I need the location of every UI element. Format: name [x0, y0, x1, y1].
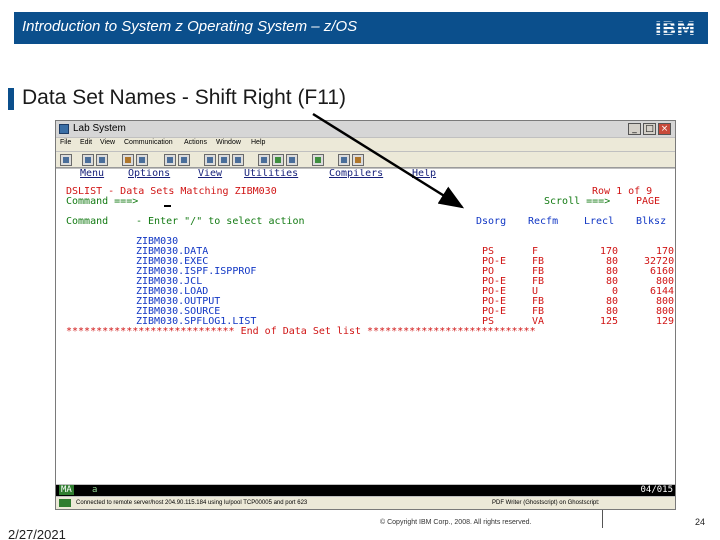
minimize-icon[interactable]: _ [628, 123, 641, 135]
footer-copyright: © Copyright IBM Corp., 2008. All rights … [380, 519, 532, 526]
window-titlebar[interactable]: Lab System _ □ × [56, 121, 675, 137]
toolbar-record-icon[interactable] [258, 154, 270, 166]
col-header-dsorg: Dsorg [476, 216, 507, 227]
cursor-position: 04/015 [640, 485, 673, 495]
header-command: Command [66, 216, 109, 227]
ibm-logo-icon: IBM [652, 18, 698, 39]
dataset-blksz: 129 [656, 316, 675, 327]
footer-date: 2/27/2021 [8, 527, 66, 540]
pf-menu-help[interactable]: Help [412, 169, 436, 179]
pf-menu-options[interactable]: Options [128, 169, 170, 179]
toolbar [56, 152, 675, 168]
toolbar-print-icon[interactable] [60, 154, 72, 166]
col-header-lrecl: Lrecl [584, 216, 615, 227]
svg-text:IBM: IBM [655, 18, 695, 39]
toolbar-map-icon[interactable] [218, 154, 230, 166]
scroll-value[interactable]: PAGE [636, 197, 660, 207]
terminal-window: Lab System _ □ × File Edit View Communic… [55, 120, 676, 510]
terminal-screen[interactable]: Menu Options View Utilities Compilers He… [56, 169, 675, 484]
slide-title: Data Set Names - Shift Right (F11) [22, 86, 347, 109]
toolbar-color-icon[interactable] [178, 154, 190, 166]
oia-mode: MA [59, 485, 74, 495]
toolbar-display-icon[interactable] [164, 154, 176, 166]
pf-menu-utilities[interactable]: Utilities [244, 169, 298, 179]
menu-view[interactable]: View [100, 139, 115, 146]
menu-edit[interactable]: Edit [80, 139, 92, 146]
menu-actions[interactable]: Actions [184, 139, 207, 146]
menu-communication[interactable]: Communication [124, 139, 173, 146]
toolbar-macro-icon[interactable] [232, 154, 244, 166]
toolbar-copy-icon[interactable] [82, 154, 94, 166]
toolbar-stop-icon[interactable] [286, 154, 298, 166]
connection-icon [59, 499, 71, 507]
toolbar-paste-icon[interactable] [96, 154, 108, 166]
dataset-lrecl: 125 [600, 316, 619, 327]
close-icon[interactable]: × [658, 123, 671, 135]
toolbar-send-icon[interactable] [122, 154, 134, 166]
header-action-hint: - Enter "/" to select action [136, 216, 305, 227]
toolbar-play-icon[interactable] [272, 154, 284, 166]
command-label: Command ===> [66, 196, 139, 207]
col-header-recfm: Recfm [528, 216, 559, 227]
printer-status: PDF Writer (Ghostscript) on Ghostscript: [492, 500, 600, 506]
command-input-cursor[interactable] [164, 205, 171, 207]
end-of-list: **************************** End of Data… [66, 326, 536, 337]
toolbar-receive-icon[interactable] [136, 154, 148, 166]
scroll-label: Scroll ===> [544, 196, 611, 207]
header-title: Introduction to System z Operating Syste… [22, 18, 358, 35]
toolbar-keypad-icon[interactable] [204, 154, 216, 166]
toolbar-settings-icon[interactable] [338, 154, 350, 166]
window-title: Lab System [73, 123, 126, 134]
menu-help[interactable]: Help [251, 139, 265, 146]
footer-divider [602, 510, 603, 528]
slide-title-accent [8, 88, 14, 110]
pf-menu-menu[interactable]: Menu [80, 169, 104, 179]
pf-menu-compilers[interactable]: Compilers [329, 169, 383, 179]
menu-bar: File Edit View Communication Actions Win… [56, 138, 675, 151]
toolbar-help-icon[interactable] [352, 154, 364, 166]
page-number: 24 [695, 517, 706, 527]
col-header-blksz: Blksz [636, 216, 667, 227]
app-icon [59, 124, 69, 134]
oia-session: a [92, 485, 98, 495]
pf-menu-view[interactable]: View [198, 169, 222, 179]
connection-status: Connected to remote server/host 204.90.1… [76, 500, 308, 506]
toolbar-session-icon[interactable] [312, 154, 324, 166]
menu-file[interactable]: File [60, 139, 71, 146]
status-bar: Connected to remote server/host 204.90.1… [56, 497, 675, 509]
menu-window[interactable]: Window [216, 139, 241, 146]
maximize-icon[interactable]: □ [643, 123, 656, 135]
operator-info-area: MA a 04/015 [56, 485, 675, 496]
header-bar: Introduction to System z Operating Syste… [14, 12, 708, 44]
